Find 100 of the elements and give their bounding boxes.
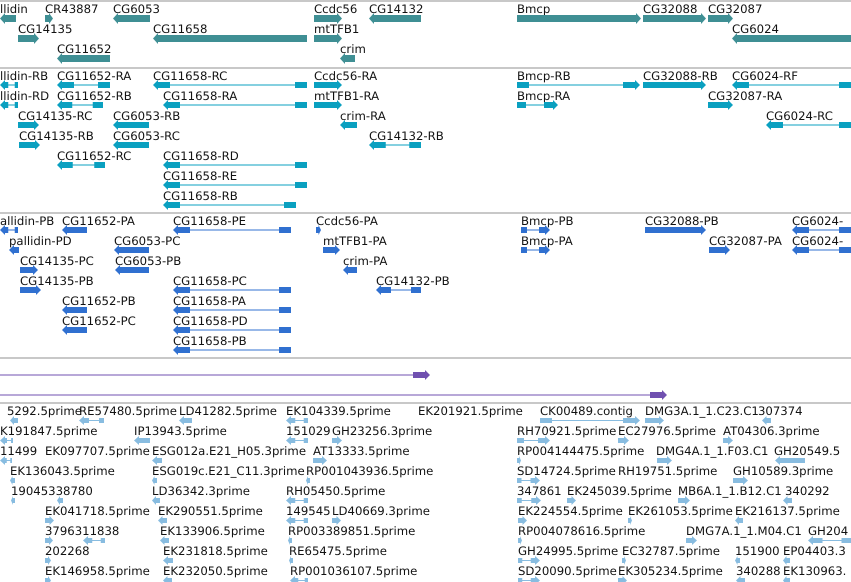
feature-label: CG14132-RB [369, 129, 444, 143]
feature-label: CG32087-RA [708, 89, 782, 103]
feature-label: CG14135-PC [20, 254, 94, 268]
feature-label: EK041718.5prime [45, 504, 150, 518]
feature-label: CG14135 [18, 22, 72, 36]
feature-label: EK201921.5prime [418, 404, 523, 418]
feature-label: CG11658-RB [163, 189, 238, 203]
feature-label: crim-RA [340, 109, 386, 123]
feature-label: GH20549.5 [774, 444, 840, 458]
feature-label: DMG7A.1_1.M04.C1 [686, 524, 802, 538]
feature-label: RH19751.5prime [618, 464, 718, 478]
feature-label: GH204 [808, 524, 848, 538]
feature-label: CG11652-PB [62, 294, 136, 308]
feature-label: 151900 [735, 544, 780, 558]
feature-label: Ccdc56-RA [314, 69, 378, 83]
feature-label: CG11658-RE [163, 169, 238, 183]
feature-label: CG11652-PC [62, 314, 136, 328]
feature-label: ESG019c.E21_C11.3prime [152, 464, 305, 478]
feature-label: CG11652-RC [57, 149, 132, 163]
feature-label: RH05450.5prime [286, 484, 386, 498]
feature-label: RP003389851.5prime [288, 524, 416, 538]
feature-label: LD36342.3prime [152, 484, 250, 498]
feature-label: mtTFB1-PA [323, 234, 387, 248]
feature-label: EK231818.5prime [163, 544, 268, 558]
feature-label: CG11658-RC [153, 69, 228, 83]
feature-label: 11499 [0, 444, 38, 458]
feature-label: SD20090.5prime [518, 564, 617, 578]
feature-label: CG14135-RC [18, 109, 92, 123]
feature-label: ESG012a.E21_H05.3prime [152, 444, 306, 458]
feature-label: AT04306.3prime [723, 424, 820, 438]
feature-label: 5292.5prime [7, 404, 82, 418]
feature-label: CG11658-RA [163, 89, 238, 103]
feature-label: mtTFB1-RA [314, 89, 380, 103]
feature-label: IP13943.5prime [134, 424, 227, 438]
feature-label: Bmcp-PB [521, 214, 574, 228]
feature-label: EP04403.3 [783, 544, 846, 558]
feature-label: CG32087 [708, 2, 762, 16]
feature-label: RH70921.5prime [517, 424, 616, 438]
feature-label: 340292 [785, 484, 830, 498]
feature-label: EK261053.5prime [628, 504, 733, 518]
feature-label: CG6053-PB [115, 254, 182, 268]
feature-label: CG11658-PE [173, 214, 246, 228]
feature-label: CG6024-RF [732, 69, 798, 83]
feature-label: RE65475.5prime [289, 544, 387, 558]
feature-label: CG6053-RC [113, 129, 180, 143]
feature-label: CG11658-RD [163, 149, 239, 163]
feature-label: EK097707.5prime [45, 444, 150, 458]
feature-label: llidin [0, 2, 28, 16]
feature-label: RE57480.5prime [79, 404, 177, 418]
feature-label: CG6024-RC [766, 109, 833, 123]
feature-label: EC32787.5prime [622, 544, 720, 558]
feature-label: Ccdc56-PA [316, 214, 378, 228]
feature-label: AT13333.5prime [313, 444, 410, 458]
feature-label: Bmcp-RA [517, 89, 570, 103]
feature-label: mtTFB1 [314, 22, 360, 36]
feature-label: CG14135-RB [19, 129, 94, 143]
feature-label: Bmcp-PA [521, 234, 573, 248]
feature-label: crim [340, 42, 366, 56]
feature-label: 307374 [758, 404, 803, 418]
feature-label: llidin-RD [0, 89, 50, 103]
feature-label: CG11658-PB [173, 334, 247, 348]
feature-label: RP001043936.5prime [306, 464, 434, 478]
feature-label: CG32087-PA [709, 234, 782, 248]
feature-label: CG6024 [732, 22, 779, 36]
feature-label: CG11652-RB [57, 89, 132, 103]
feature-label: CG32088-RB [643, 69, 718, 83]
feature-label: CG6053 [113, 2, 160, 16]
feature-label: DMG4A.1_1.F03.C1 [656, 444, 768, 458]
feature-label: 151029 [286, 424, 331, 438]
feature-label: EK245039.5prime [567, 484, 672, 498]
feature-label: pallidin-PD [9, 234, 72, 248]
feature-label: EK216137.5prime [735, 504, 840, 518]
feature-label: EK136043.5prime [10, 464, 115, 478]
feature-label: CG14132-PB [376, 274, 450, 288]
feature-label: CG6024- [792, 214, 844, 228]
feature-label: RP004144475.5prime [517, 444, 644, 458]
feature-label: CG11658-PD [173, 314, 248, 328]
feature-label: DMG3A.1_1.C23.C1 [645, 404, 759, 418]
feature-label: EK104339.5prime [286, 404, 391, 418]
feature-label: CG11658 [153, 22, 208, 36]
feature-label: CG32088-PB [645, 214, 719, 228]
feature-label: llidin-RB [0, 69, 48, 83]
feature-label: CG6053-RB [113, 109, 180, 123]
feature-label: RP004078616.5prime [518, 524, 646, 538]
feature-label: EK130963. [783, 564, 846, 578]
feature-label: CG11658-PC [173, 274, 247, 288]
feature-label: CG6024- [792, 234, 844, 248]
feature-label: Bmcp [517, 2, 550, 16]
feature-label: CR43887 [45, 2, 98, 16]
feature-label: GH10589.3prime [733, 464, 834, 478]
feature-label: EK146958.5prime [45, 564, 150, 578]
feature-label: 149545 [286, 504, 331, 518]
feature-label: 202268 [45, 544, 90, 558]
feature-label: RP001036107.5prime [290, 564, 418, 578]
feature-label: EK305234.5prime [618, 564, 723, 578]
feature-label: Bmcp-RB [517, 69, 571, 83]
feature-label: CG14135-PB [20, 274, 94, 288]
feature-label: CG32088 [643, 2, 698, 16]
feature-label: GH23256.3prime [332, 424, 432, 438]
feature-label: LD41282.5prime [179, 404, 277, 418]
